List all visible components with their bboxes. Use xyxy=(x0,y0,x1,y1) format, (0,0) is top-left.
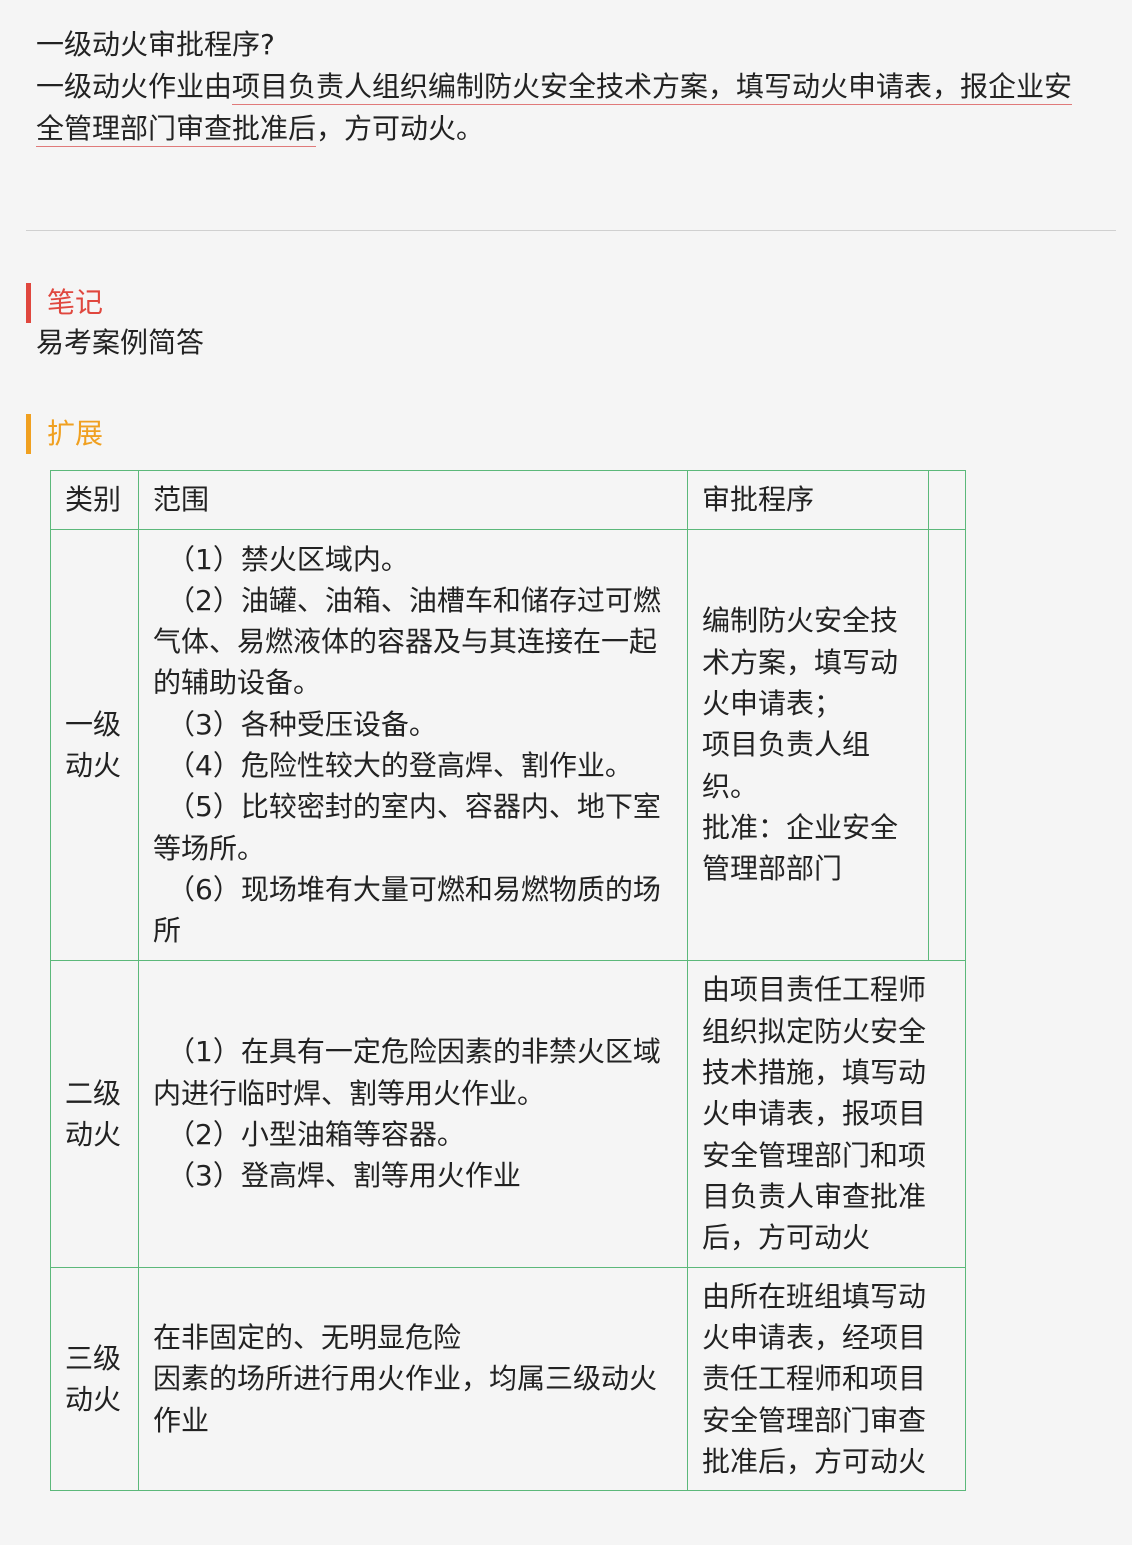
answer-underlined-2: 全管理部门审查批准后 xyxy=(36,112,317,147)
row-extra xyxy=(928,529,966,961)
note-heading: 笔记 xyxy=(26,283,103,323)
approval-line: 项目负责人组 xyxy=(702,728,871,762)
row-approval: 由项目责任工程师 组织拟定防火安全 技术措施，填写动 火申请表，报项目 安全管理… xyxy=(687,960,966,1268)
answer-underlined-1: 项目负责人组织编制防火安全技术方案，填写动火申请表，报企业安 xyxy=(232,70,1073,105)
table-row: 一级 动火 （1）禁火区域内。 （2）油罐、油箱、油槽车和储存过可燃 气体、易燃… xyxy=(50,529,966,961)
scope-line: （3）登高焊、割等用火作业 xyxy=(167,1159,521,1193)
scope-line: 内进行临时焊、割等用火作业。 xyxy=(153,1076,546,1110)
scope-line: 所 xyxy=(153,914,182,948)
approval-line: 火申请表； xyxy=(702,687,843,721)
extension-heading: 扩展 xyxy=(26,414,103,454)
answer-text-end: ，方可动火。 xyxy=(316,112,485,145)
scope-line: （4）危险性较大的登高焊、割作业。 xyxy=(167,749,633,782)
approval-line: 组织拟定防火安全 xyxy=(702,1014,927,1048)
scope-line: （2）油罐、油箱、油槽车和储存过可燃 xyxy=(167,583,661,617)
table-header-row: 类别 范围 审批程序 xyxy=(50,470,966,530)
scope-line: （1）在具有一定危险因素的非禁火区域 xyxy=(167,1035,661,1069)
scope-line: 等场所。 xyxy=(153,831,266,865)
category-line: 动火 xyxy=(65,1118,122,1151)
question-title: 一级动火审批程序? xyxy=(36,28,275,61)
table-row: 二级 动火 （1）在具有一定危险因素的非禁火区域 内进行临时焊、割等用火作业。 … xyxy=(50,960,966,1268)
approval-line: 管理部部门 xyxy=(702,852,843,886)
approval-line: 编制防火安全技 xyxy=(702,604,899,638)
approval-line: 火申请表，报项目 xyxy=(702,1097,927,1131)
scope-line: （1）禁火区域内。 xyxy=(167,542,409,576)
category-line: 一级 xyxy=(65,708,122,741)
header-extra xyxy=(928,470,966,530)
approval-line: 由所在班组填写动 xyxy=(702,1279,927,1313)
scope-line: 在非固定的、无明显危险 xyxy=(153,1321,462,1355)
answer-text-start: 一级动火作业由 xyxy=(36,70,233,103)
category-line: 动火 xyxy=(65,1383,122,1416)
table-row: 三级 动火 在非固定的、无明显危险 因素的场所进行用火作业，均属三级动火 作业 … xyxy=(50,1267,966,1491)
scope-line: （3）各种受压设备。 xyxy=(167,707,437,741)
scope-line: 的辅助设备。 xyxy=(153,666,322,700)
header-category: 类别 xyxy=(50,470,139,530)
approval-line: 安全管理部门和项 xyxy=(702,1138,927,1172)
question-answer: 一级动火作业由项目负责人组织编制防火安全技术方案，填写动火申请表，报企业安全管理… xyxy=(36,66,1106,150)
category-line: 二级 xyxy=(65,1077,122,1110)
approval-line: 由项目责任工程师 xyxy=(702,973,927,1007)
header-approval: 审批程序 xyxy=(687,470,929,530)
section-divider xyxy=(26,230,1116,231)
row-category: 二级 动火 xyxy=(50,960,139,1268)
row-category: 三级 动火 xyxy=(50,1267,139,1491)
approval-line: 批准：企业安全 xyxy=(702,810,899,844)
approval-line: 安全管理部门审查 xyxy=(702,1403,927,1437)
approval-line: 批准后，方可动火 xyxy=(702,1444,927,1478)
scope-line: 气体、易燃液体的容器及与其连接在一起 xyxy=(153,625,658,659)
approval-line: 技术措施，填写动 xyxy=(702,1056,927,1090)
category-line: 动火 xyxy=(65,749,122,782)
row-approval: 编制防火安全技 术方案，填写动 火申请表； 项目负责人组 织。 批准：企业安全 … xyxy=(687,529,929,961)
row-scope: 在非固定的、无明显危险 因素的场所进行用火作业，均属三级动火 作业 xyxy=(138,1267,688,1491)
scope-line: （6）现场堆有大量可燃和易燃物质的场 xyxy=(167,872,661,906)
row-scope: （1）禁火区域内。 （2）油罐、油箱、油槽车和储存过可燃 气体、易燃液体的容器及… xyxy=(138,529,688,961)
header-scope: 范围 xyxy=(138,470,688,530)
scope-line: 因素的场所进行用火作业，均属三级动火 xyxy=(153,1362,658,1396)
category-line: 三级 xyxy=(65,1342,122,1375)
scope-line: （5）比较密封的室内、容器内、地下室 xyxy=(167,790,661,824)
note-body: 易考案例简答 xyxy=(36,326,205,359)
approval-line: 火申请表，经项目 xyxy=(702,1321,927,1355)
row-approval: 由所在班组填写动 火申请表，经项目 责任工程师和项目 安全管理部门审查 批准后，… xyxy=(687,1267,966,1491)
approval-line: 目负责人审查批准 xyxy=(702,1179,927,1213)
approval-line: 责任工程师和项目 xyxy=(702,1362,927,1396)
fire-level-table: 类别 范围 审批程序 一级 动火 （1）禁火区域内。 （2）油罐、油箱、油槽车和… xyxy=(50,470,966,1491)
approval-line: 织。 xyxy=(702,769,759,803)
approval-line: 术方案，填写动 xyxy=(702,645,899,679)
scope-line: （2）小型油箱等容器。 xyxy=(167,1118,465,1151)
row-scope: （1）在具有一定危险因素的非禁火区域 内进行临时焊、割等用火作业。 （2）小型油… xyxy=(138,960,688,1268)
approval-line: 后，方可动火 xyxy=(702,1221,871,1255)
scope-line: 作业 xyxy=(153,1403,210,1437)
row-category: 一级 动火 xyxy=(50,529,139,961)
question-block: 一级动火审批程序? 一级动火作业由项目负责人组织编制防火安全技术方案，填写动火申… xyxy=(36,24,1106,150)
